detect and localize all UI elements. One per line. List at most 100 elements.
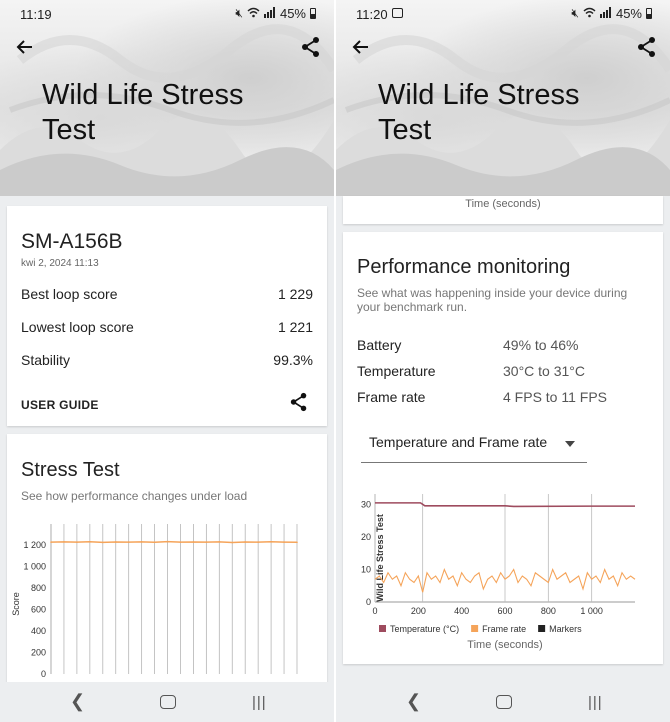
stress-test-card: Stress Test See how performance changes …: [7, 434, 327, 694]
battery-label: Battery: [357, 337, 402, 353]
legend-swatch: [471, 625, 479, 632]
score-point: [166, 540, 169, 543]
score-point: [63, 541, 65, 543]
status-bar: 11:19 🔇︎ 45%: [0, 0, 334, 28]
score-point: [231, 541, 234, 544]
dropdown-arrow-icon: [565, 441, 575, 447]
share-result-icon[interactable]: [289, 392, 309, 412]
stress-test-chart: 0 200 400 600 800 1 000 1 200 Score: [11, 524, 298, 679]
performance-title: Performance monitoring: [357, 256, 571, 278]
score-point: [127, 541, 130, 543]
temperature-label: Temperature: [357, 363, 436, 379]
left-screen: 11:19 🔇︎ 45% Wild Life Stress Test SM-A1…: [0, 0, 334, 722]
nav-back-icon[interactable]: ❮: [70, 691, 85, 712]
status-time: 11:19: [20, 7, 52, 22]
mute-icon: 🔇︎: [571, 6, 579, 20]
performance-subtitle: See what was happening inside your devic…: [357, 286, 628, 314]
status-icons: 🔇︎ 45%: [235, 6, 316, 21]
battery-level: 45%: [615, 6, 642, 21]
nav-back-icon[interactable]: ❮: [406, 691, 421, 712]
mute-icon: 🔇︎: [235, 6, 243, 20]
y-tick-label: 400: [31, 626, 46, 636]
metric-dropdown[interactable]: Temperature and Frame rate: [361, 428, 587, 463]
score-point: [270, 540, 272, 543]
score-point: [153, 541, 156, 544]
page-title: Wild Life Stress Test: [378, 79, 580, 146]
page-title: Wild Life Stress Test: [42, 79, 244, 146]
y-tick-label: 1 200: [23, 540, 46, 550]
score-point: [76, 541, 78, 543]
y-tick-label: 600: [31, 604, 46, 614]
x-tick-label: 0: [372, 606, 377, 616]
score-point: [89, 540, 91, 543]
y-tick-label: 20: [361, 532, 371, 542]
status-icons: 🔇︎ 45%: [571, 6, 652, 21]
score-point: [218, 541, 221, 543]
nav-home-icon[interactable]: [160, 695, 176, 709]
signal-icon: [599, 6, 612, 21]
wifi-icon: [247, 6, 260, 21]
x-tick-label: 200: [411, 606, 426, 616]
x-tick-label: 400: [454, 606, 469, 616]
x-tick-label: 800: [541, 606, 556, 616]
nav-recents-icon[interactable]: |||: [588, 694, 603, 711]
frame-rate-label: Frame rate: [357, 389, 426, 405]
legend-swatch: [538, 625, 546, 632]
navigation-bar: ❮ |||: [0, 682, 334, 722]
gallery-notification-icon: [392, 8, 403, 18]
back-arrow-icon[interactable]: [350, 36, 372, 58]
x-tick-label: 600: [497, 606, 512, 616]
score-point: [244, 541, 247, 543]
device-name: SM-A156B: [21, 230, 123, 253]
score-point: [114, 541, 117, 543]
lowest-loop-value: 1 221: [277, 319, 313, 335]
x-axis-label: Time (seconds): [467, 639, 542, 651]
x-tick-label: 1 000: [580, 606, 603, 616]
y-tick-label: 10: [361, 565, 371, 575]
share-icon[interactable]: [300, 36, 322, 58]
nav-recents-icon[interactable]: |||: [252, 694, 267, 711]
right-screen: 11:20 🔇︎ 45% Wild Life Stress Test Time …: [336, 0, 670, 722]
score-point: [179, 541, 182, 543]
y-tick-label: 30: [361, 500, 371, 510]
legend-label: Frame rate: [482, 624, 526, 634]
frame-rate-value: 4 FPS to 11 FPS: [503, 389, 608, 405]
y-tick-label: 0: [41, 669, 46, 679]
y-tick-label: 0: [366, 597, 371, 607]
score-point: [140, 541, 143, 543]
status-bar: 11:20 🔇︎ 45%: [336, 0, 670, 28]
score-point: [50, 541, 52, 543]
result-date: kwi 2, 2024 11:13: [21, 258, 99, 269]
legend-label: Markers: [549, 624, 582, 634]
back-arrow-icon[interactable]: [14, 36, 36, 58]
legend-label: Temperature (°C): [390, 624, 459, 634]
stress-chart-card-bottom: Time (seconds): [343, 196, 663, 224]
navigation-bar: ❮ |||: [336, 682, 670, 722]
battery-icon: [310, 8, 316, 19]
temperature-value: 30°C to 31°C: [503, 363, 586, 379]
battery-icon: [646, 8, 652, 19]
stability-value: 99.3%: [273, 352, 313, 368]
lowest-loop-label: Lowest loop score: [21, 319, 134, 335]
battery-level: 45%: [279, 6, 306, 21]
user-guide-link[interactable]: USER GUIDE: [21, 398, 99, 412]
performance-card: Performance monitoring See what was happ…: [343, 232, 663, 664]
score-point: [192, 541, 195, 543]
best-loop-label: Best loop score: [21, 286, 118, 302]
nav-home-icon[interactable]: [496, 695, 512, 709]
best-loop-value: 1 229: [277, 286, 313, 302]
stability-label: Stability: [21, 352, 71, 368]
stress-chart-x-label: Time (seconds): [465, 198, 541, 210]
score-point: [205, 541, 208, 543]
score-point: [101, 541, 104, 544]
dropdown-selected: Temperature and Frame rate: [369, 434, 548, 450]
score-series-line: [50, 540, 298, 544]
battery-value: 49% to 46%: [503, 337, 579, 353]
share-icon[interactable]: [636, 36, 658, 58]
marker-label: Wild Life Stress Test: [375, 514, 385, 602]
y-tick-label: 800: [31, 583, 46, 593]
result-card: SM-A156B kwi 2, 2024 11:13 Best loop sco…: [7, 206, 327, 426]
status-time: 11:20: [356, 7, 388, 22]
score-point: [283, 541, 285, 543]
legend-swatch: [379, 625, 386, 632]
